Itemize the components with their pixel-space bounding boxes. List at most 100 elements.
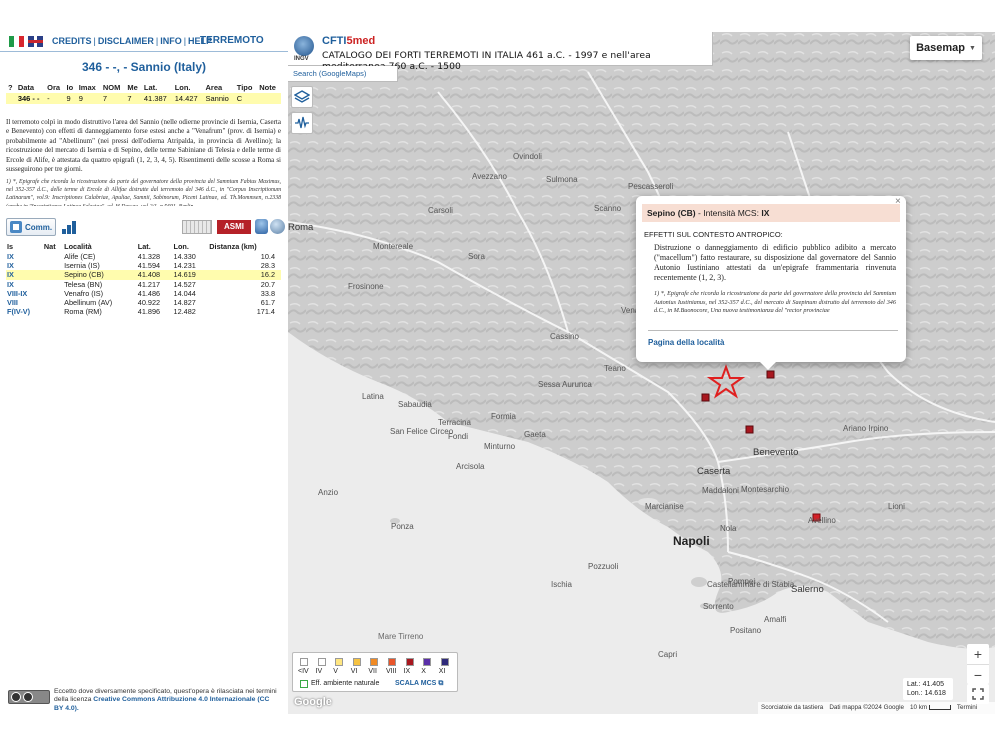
legend-swatch[interactable]: [317, 658, 326, 666]
table-cell: [42, 270, 64, 280]
asmi-logo[interactable]: ASMI: [217, 220, 251, 234]
table-cell: Venafro (IS): [64, 288, 104, 298]
scale-indicator: 10 km: [910, 704, 951, 712]
ingv-logo-icon[interactable]: [294, 36, 314, 56]
left-panel: CREDITS | DISCLAIMER | INFO | HELP TERREMOTO 3…: [0, 0, 288, 746]
chart-bars-icon[interactable]: [62, 220, 78, 234]
map-canvas[interactable]: [288, 32, 995, 714]
comm-button[interactable]: Comm.: [6, 218, 56, 236]
top-nav-bar: CREDITS | DISCLAIMER | INFO | HELP TERREMOTO: [0, 30, 288, 52]
natural-effects-checkbox[interactable]: [300, 680, 308, 688]
layers-button[interactable]: [291, 86, 313, 108]
table-cell: 41.408: [136, 270, 173, 280]
cc-by-badge-icon[interactable]: [8, 690, 50, 704]
popup-effects-text: Distruzione o danneggiamento di edificio…: [654, 243, 896, 282]
localities-table: Is Nat Località Lat. Lon. Distanza (km) IX Ali…: [6, 241, 281, 316]
table-cell: 7: [100, 93, 126, 104]
keyboard-shortcuts-link[interactable]: Scorciatoie da tastiera: [761, 704, 823, 712]
scala-mcs-label: SCALA MCS: [395, 680, 437, 687]
database-icon[interactable]: [255, 219, 268, 234]
earthquake-parameters-table: ? Data Ora Io Imax NOM Me Lat. Lon. Area Tipo Note …: [6, 82, 281, 104]
locality-page-link[interactable]: Pagina della località: [648, 338, 724, 347]
zoom-in-button[interactable]: +: [967, 644, 989, 664]
nav-disclaimer[interactable]: DISCLAIMER: [98, 36, 154, 46]
legend-label: X: [421, 668, 426, 675]
map-place-label: Benevento: [753, 447, 799, 458]
popup-header: Sepino (CB) - Intensità MCS: IX: [642, 204, 900, 222]
column-header: Note: [259, 83, 276, 92]
map-place-label: Salerno: [791, 584, 824, 595]
map-place-label: Ponza: [391, 522, 414, 531]
map-place-label: Teano: [604, 364, 626, 373]
column-header: Località: [64, 242, 92, 251]
locality-popup: × Sepino (CB) - Intensità MCS: IX EFFETT…: [636, 196, 906, 370]
map-place-label: Capri: [658, 650, 678, 659]
table-cell: [43, 298, 63, 307]
nav-info[interactable]: INFO: [160, 36, 182, 46]
table-cell: 14.827: [173, 298, 196, 308]
legend-swatch[interactable]: [300, 658, 308, 666]
sprite-logo[interactable]: [182, 220, 212, 234]
legend-swatch[interactable]: [440, 658, 449, 666]
nav-credits[interactable]: CREDITS: [52, 36, 92, 46]
terms-link[interactable]: Termini: [957, 704, 977, 712]
table-row[interactable]: IX Isernia (IS) 41.594 14.231 28.3: [6, 261, 281, 270]
catalog-title: CFTI5med: [322, 35, 375, 47]
map-place-label: Sabaudia: [398, 400, 432, 409]
popup-intensity-prefix: - Intensità MCS:: [698, 208, 759, 218]
table-cell: Roma (RM): [64, 307, 102, 317]
map-place-label: Roma: [288, 222, 314, 233]
map-place-label: Caserta: [697, 466, 731, 477]
uk-flag-icon[interactable]: [28, 36, 43, 47]
coords-lon: Lon.: 14.618: [907, 690, 946, 697]
table-cell: 14.330: [173, 252, 196, 261]
google-logo[interactable]: Google: [294, 696, 332, 708]
table-cell: Isernia (IS): [64, 261, 100, 271]
table-cell: 7: [125, 93, 142, 104]
search-googlemaps-link[interactable]: Search (GoogleMaps): [288, 66, 398, 82]
map-place-label: Carsoli: [428, 206, 453, 215]
external-link-icon: ⧉: [438, 680, 444, 687]
section-terremoto[interactable]: TERREMOTO: [200, 35, 264, 46]
table-row[interactable]: IX Telesa (BN) 41.217 14.527 20.7: [6, 280, 281, 289]
table-cell: [43, 261, 63, 270]
italian-flag-icon[interactable]: [9, 36, 24, 47]
basemap-dropdown[interactable]: Basemap ▼: [910, 36, 982, 60]
table-cell: 346 - -: [15, 93, 46, 104]
table-cell: 41.594: [137, 261, 161, 271]
legend-swatch[interactable]: [370, 658, 379, 666]
license-block: Eccetto dove diversamente specificato, q…: [8, 688, 278, 714]
table-row[interactable]: IX Sepino (CB) 41.408 14.619 16.2: [6, 270, 281, 280]
table-cell: 12.482: [173, 307, 196, 317]
comment-icon: [10, 221, 22, 233]
map-place-label: Napoli: [673, 534, 710, 548]
globe-icon[interactable]: [270, 219, 285, 234]
legend-swatch[interactable]: [423, 658, 432, 666]
scala-mcs-link[interactable]: SCALA MCS ⧉: [395, 680, 443, 688]
table-cell: [6, 93, 16, 104]
column-header: NOM: [102, 83, 121, 92]
legend-swatch[interactable]: [405, 658, 414, 666]
zoom-out-button[interactable]: −: [967, 664, 989, 684]
seismogram-button[interactable]: [291, 112, 313, 134]
earthquake-title: 346 - -, - Sannio (Italy): [81, 60, 207, 74]
legend-label: XI: [438, 668, 446, 675]
map-place-label: Sora: [468, 252, 485, 261]
fullscreen-button[interactable]: [967, 684, 989, 704]
legend-swatch[interactable]: [352, 658, 361, 666]
map-place-label: Pozzuoli: [588, 562, 619, 571]
intensity-legend: <IV IV V VI VII VIII IX X XI Eff. ambiente natur…: [292, 652, 458, 692]
table-row[interactable]: VIII Abellinum (AV) 40.922 14.827 61.7: [6, 298, 281, 307]
legend-swatch[interactable]: [388, 658, 396, 666]
map-place-label: Maddaloni: [702, 486, 739, 495]
map-place-label: San Felice Circeo: [390, 427, 454, 436]
legend-label: VIII: [386, 668, 397, 675]
table-row[interactable]: IX Alife (CE) 41.328 14.330 10.4: [6, 252, 281, 261]
legend-label: <IV: [298, 668, 309, 675]
catalog-title-5med: 5med: [346, 35, 376, 47]
table-row[interactable]: VIII-IX Venafro (IS) 41.486 14.044 33.8: [6, 289, 281, 298]
map-view[interactable]: OvindoliSulmonaScannoIserniaCampobassoAv…: [288, 32, 995, 714]
legend-swatch[interactable]: [335, 658, 344, 666]
map-place-label: Marcianise: [645, 502, 684, 511]
table-row[interactable]: F(IV-V) Roma (RM) 41.896 12.482 171.4: [6, 307, 281, 316]
